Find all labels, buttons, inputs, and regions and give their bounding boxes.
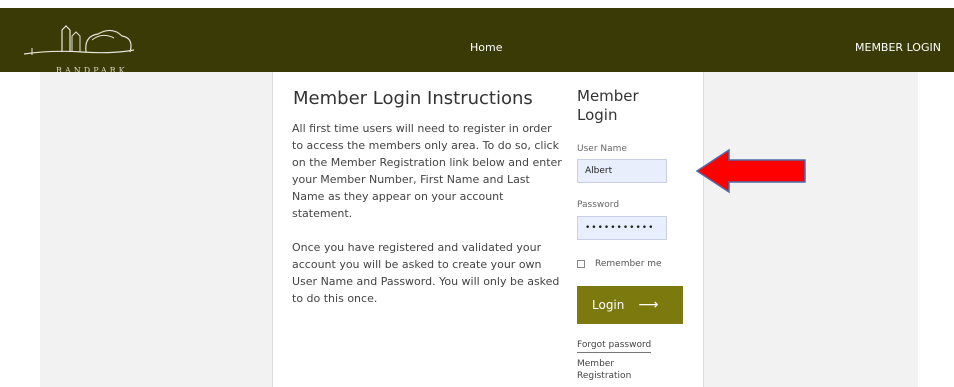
randpark-logo-icon xyxy=(23,25,135,55)
member-login-title: Member Login xyxy=(577,87,639,124)
arrow-right-icon: ⟶ xyxy=(638,297,659,313)
login-button[interactable]: Login ⟶ xyxy=(577,286,683,324)
member-registration-link[interactable]: Member Registration xyxy=(577,358,637,382)
username-input[interactable]: Albert xyxy=(577,159,667,183)
remember-me-checkbox[interactable] xyxy=(577,260,585,268)
red-arrow-icon xyxy=(695,148,806,194)
nav-member-login-link[interactable]: MEMBER LOGIN xyxy=(855,41,941,54)
forgot-password-link[interactable]: Forgot password xyxy=(577,340,652,353)
remember-me-label: Remember me xyxy=(595,259,662,269)
top-navigation-bar: RANDPARK Home MEMBER LOGIN xyxy=(0,8,954,75)
instructions-paragraph-1: All first time users will need to regist… xyxy=(292,122,562,220)
password-input[interactable]: ••••••••••• xyxy=(577,216,667,240)
login-button-label: Login xyxy=(592,298,625,312)
instructions-title: Member Login Instructions xyxy=(293,88,533,109)
password-label: Password xyxy=(577,200,620,210)
remember-me-row[interactable]: Remember me xyxy=(577,259,662,269)
username-label: User Name xyxy=(577,144,627,154)
randpark-logo[interactable]: RANDPARK xyxy=(22,22,152,75)
instructions-paragraph-2: Once you have registered and validated y… xyxy=(292,241,560,305)
nav-home-link[interactable]: Home xyxy=(470,41,502,54)
